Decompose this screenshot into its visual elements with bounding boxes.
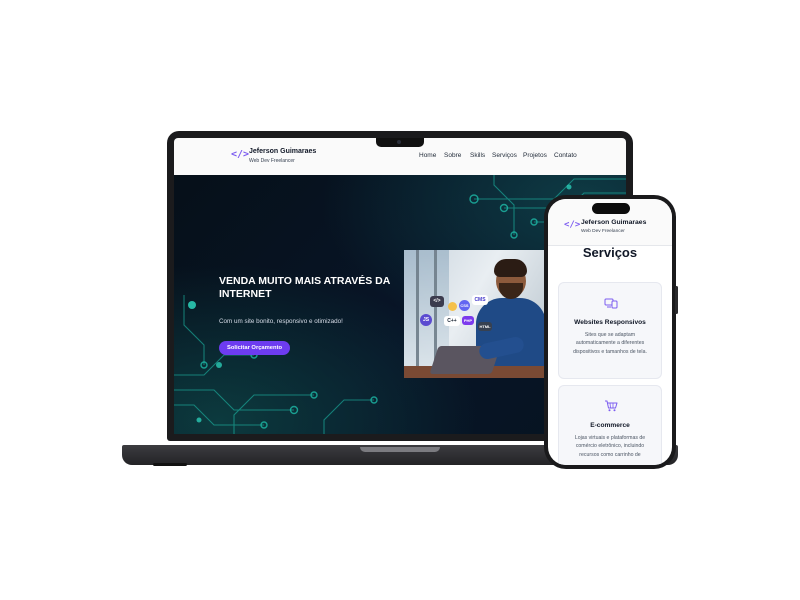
- service-card-title: Websites Responsivos: [574, 319, 646, 326]
- mobile-brand-name[interactable]: Jeferson Guimaraes: [581, 219, 646, 226]
- service-card-responsive[interactable]: Websites Responsivos Sites que se adapta…: [558, 282, 662, 379]
- mobile-brand-subtitle: Web Dev Freelancer: [581, 229, 625, 234]
- gear-icon: [448, 302, 457, 311]
- services-section-title: Serviços: [582, 245, 638, 260]
- brand-subtitle: Web Dev Freelancer: [249, 158, 295, 164]
- service-card-ecommerce[interactable]: E-commerce Lojas virtuais e plataformas …: [558, 385, 662, 465]
- shopping-cart-icon: [605, 400, 618, 412]
- cms-badge-icon: CMS: [472, 295, 488, 305]
- html-badge-icon: HTML: [478, 322, 492, 331]
- service-card-description: Sites que se adaptam automaticamente a d…: [573, 332, 647, 355]
- nav-link-projetos[interactable]: Projetos: [523, 152, 547, 159]
- nav-link-home[interactable]: Home: [419, 152, 436, 159]
- nav-link-sobre[interactable]: Sobre: [444, 152, 461, 159]
- request-quote-button[interactable]: Solicitar Orçamento: [219, 341, 290, 355]
- devices-icon: [604, 298, 618, 309]
- phone-dynamic-island: [592, 203, 630, 214]
- hero-title: VENDA MUITO MAIS ATRAVÉS DA INTERNET: [219, 275, 390, 300]
- hero-photo-developer: </> JS C++ CSS CMS PHP HTML: [404, 250, 544, 378]
- service-card-description: Lojas virtuais e plataformas de comércio…: [574, 435, 646, 458]
- php-badge-icon: PHP: [462, 316, 474, 325]
- brand-name[interactable]: Jeferson Guimaraes: [249, 148, 316, 155]
- phone-screen: </> Jeferson Guimaraes Web Dev Freelance…: [548, 199, 672, 465]
- code-badge-icon: </>: [430, 296, 444, 307]
- service-card-title: E-commerce: [590, 422, 630, 429]
- js-badge-icon: JS: [420, 314, 432, 326]
- code-logo-icon[interactable]: </>: [231, 149, 249, 160]
- nav-link-contato[interactable]: Contato: [554, 152, 577, 159]
- phone-side-button: [675, 286, 678, 314]
- hero-subtitle: Com um site bonito, responsivo e otimiza…: [219, 318, 343, 325]
- nav-link-servicos[interactable]: Serviços: [492, 152, 517, 159]
- nav-link-skills[interactable]: Skills: [470, 152, 485, 159]
- code-logo-icon[interactable]: </>: [564, 220, 580, 230]
- cpp-badge-icon: C++: [444, 316, 460, 326]
- css-badge-icon: CSS: [459, 300, 470, 311]
- laptop-camera-notch: [376, 138, 424, 147]
